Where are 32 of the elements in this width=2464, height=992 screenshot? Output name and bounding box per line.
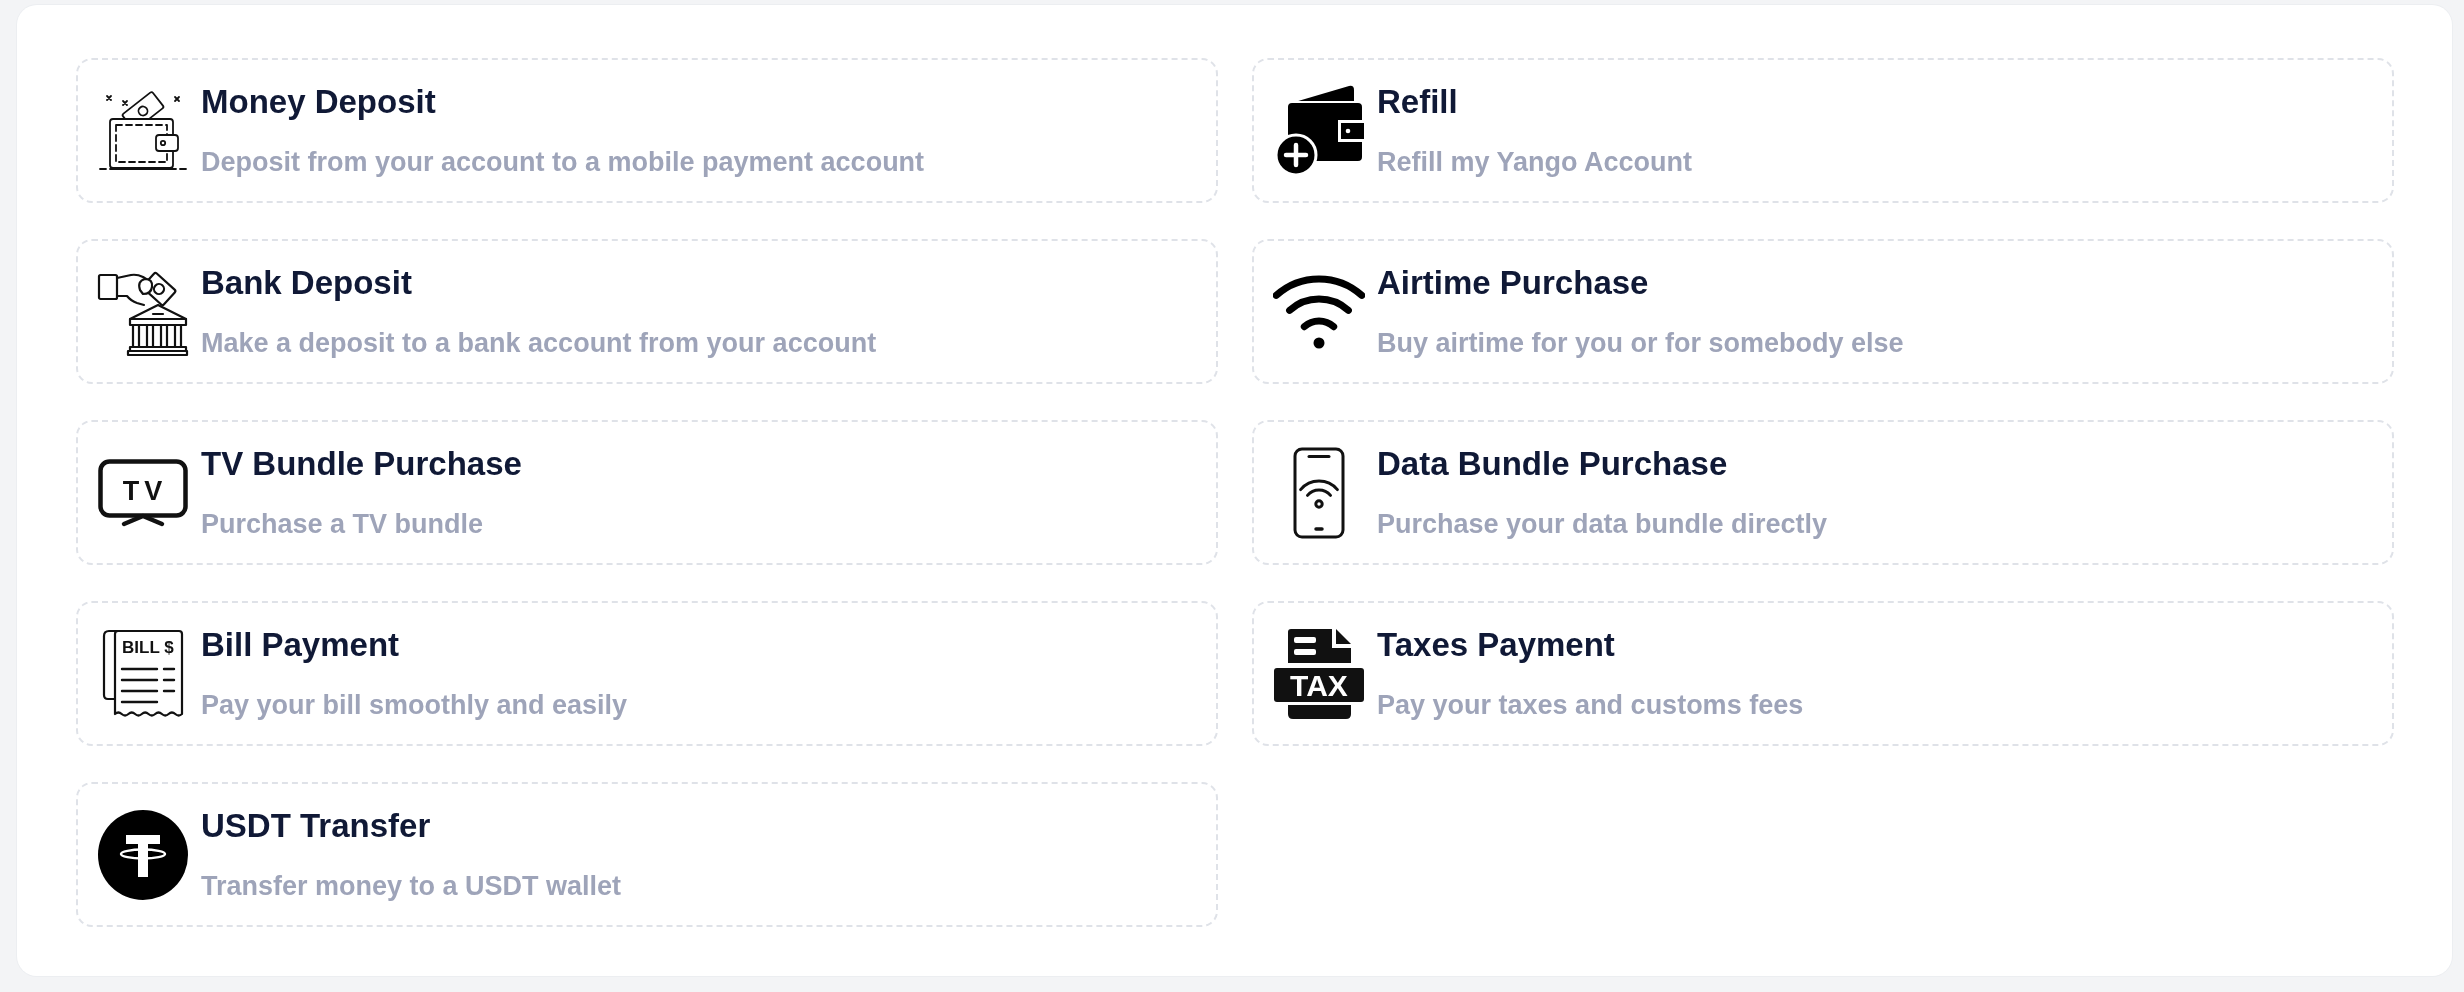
service-description: Transfer money to a USDT wallet <box>201 869 622 903</box>
service-description: Buy airtime for you or for somebody else <box>1377 326 1904 360</box>
service-description: Deposit from your account to a mobile payment account <box>201 145 925 179</box>
service-title: Bill Payment <box>201 624 401 665</box>
service-description: Purchase your data bundle directly <box>1377 507 1828 541</box>
service-title: Refill <box>1377 81 1459 122</box>
service-description: Make a deposit to a bank account from your account <box>201 326 877 360</box>
service-card[interactable]: BILL $ Bill Payment Pay your bill smoothly and easily <box>76 601 1218 746</box>
service-title: Data Bundle Purchase <box>1377 443 1729 484</box>
service-description: Refill my Yango Account <box>1377 145 1693 179</box>
service-card[interactable]: USDT Transfer Transfer money to a USDT wallet <box>76 782 1218 927</box>
service-card[interactable]: TAX Taxes Payment Pay your taxes and customs fees <box>1252 601 2394 746</box>
service-description: Pay your taxes and customs fees <box>1377 688 1804 722</box>
coin-t-icon <box>98 809 188 900</box>
wallet-plus-icon <box>1274 84 1364 177</box>
service-card[interactable]: Data Bundle Purchase Purchase your data bundle directly <box>1252 420 2394 565</box>
wallet-cash-icon <box>98 88 188 173</box>
service-title: Money Deposit <box>201 81 437 122</box>
service-card[interactable]: Bank Deposit Make a deposit to a bank account from your account <box>76 239 1218 384</box>
service-card[interactable]: TV TV Bundle Purchase Purchase a TV bundle <box>76 420 1218 565</box>
service-title: Bank Deposit <box>201 262 413 303</box>
service-description: Pay your bill smoothly and easily <box>201 688 628 722</box>
service-card[interactable]: Refill Refill my Yango Account <box>1252 58 2394 203</box>
service-card[interactable]: Airtime Purchase Buy airtime for you or for somebody else <box>1252 239 2394 384</box>
service-card[interactable]: Money Deposit Deposit from your account to a mobile payment account <box>76 58 1218 203</box>
wifi-icon <box>1273 274 1365 349</box>
phone-wifi-icon <box>1293 446 1345 539</box>
service-title: Airtime Purchase <box>1377 262 1650 303</box>
service-title: Taxes Payment <box>1377 624 1616 665</box>
service-title: USDT Transfer <box>201 805 432 846</box>
service-description: Purchase a TV bundle <box>201 507 485 541</box>
service-title: TV Bundle Purchase <box>201 443 522 484</box>
